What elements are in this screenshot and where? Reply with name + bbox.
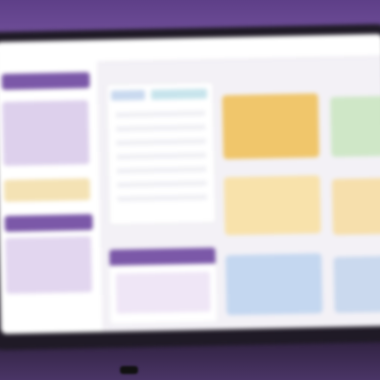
device-icon (120, 366, 138, 374)
list-item[interactable] (115, 110, 206, 118)
card-orange[interactable] (222, 93, 320, 160)
list-item[interactable] (116, 152, 207, 160)
secondary-panel-header[interactable] (109, 247, 216, 266)
list-item[interactable] (116, 166, 207, 174)
card-yellow[interactable] (223, 175, 321, 236)
sidebar (0, 61, 105, 334)
sidebar-section-header[interactable] (4, 214, 93, 232)
sidebar-list-2[interactable] (5, 236, 93, 294)
secondary-panel (109, 247, 217, 324)
sidebar-highlight-item[interactable] (3, 178, 91, 202)
list-item[interactable] (116, 138, 207, 146)
list-item[interactable] (115, 124, 206, 132)
card-blue-2[interactable] (333, 255, 380, 313)
list-item[interactable] (117, 194, 208, 202)
app-top-bar (0, 33, 380, 66)
panel-tab[interactable] (110, 89, 146, 101)
card-green[interactable] (330, 95, 380, 158)
app-screen (0, 33, 380, 334)
content-panel (105, 81, 217, 226)
secondary-panel-body (115, 271, 211, 314)
panel-tab-2[interactable] (150, 88, 208, 100)
list-item[interactable] (116, 180, 207, 188)
monitor (0, 23, 380, 351)
sidebar-header[interactable] (1, 72, 90, 90)
sidebar-list[interactable] (2, 100, 90, 166)
card-yellow-2[interactable] (331, 177, 380, 236)
panel-rows (115, 110, 208, 211)
card-blue[interactable] (225, 253, 323, 316)
